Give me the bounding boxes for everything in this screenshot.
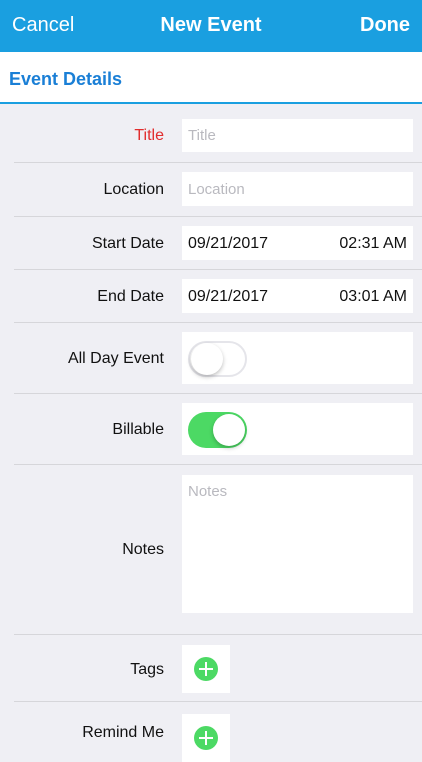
end-date-row: End Date 09/21/2017 03:01 AM — [0, 270, 422, 322]
done-button[interactable]: Done — [360, 14, 410, 37]
billable-row: Billable — [0, 394, 422, 464]
add-reminder-button[interactable] — [182, 714, 230, 762]
notes-field-container — [182, 475, 413, 613]
start-date-picker[interactable]: 09/21/2017 02:31 AM — [182, 226, 413, 260]
start-date-label: Start Date — [91, 235, 164, 252]
location-label: Location — [103, 181, 165, 198]
start-date-value: 09/21/2017 — [188, 235, 269, 252]
plus-icon — [194, 657, 218, 681]
tags-field-container — [182, 645, 230, 693]
navigation-bar: Cancel New Event Done — [0, 0, 422, 52]
billable-field-container — [182, 403, 413, 455]
billable-label: Billable — [112, 421, 164, 438]
start-time-value: 02:31 AM — [339, 235, 407, 252]
billable-toggle[interactable] — [188, 412, 247, 448]
end-date-value: 09/21/2017 — [188, 288, 269, 305]
notes-row: Notes — [0, 465, 422, 634]
end-date-label: End Date — [97, 288, 164, 305]
title-field-container — [182, 119, 413, 152]
title-input[interactable] — [182, 119, 413, 152]
cancel-button[interactable]: Cancel — [12, 14, 74, 37]
all-day-toggle[interactable] — [188, 341, 247, 377]
location-input[interactable] — [182, 172, 413, 206]
plus-icon — [194, 726, 218, 750]
section-title: Event Details — [9, 69, 123, 89]
title-row: Title — [0, 106, 422, 162]
remind-me-row: Remind Me — [0, 702, 422, 762]
title-label: Title — [134, 127, 164, 144]
toggle-knob — [191, 343, 223, 375]
tags-label: Tags — [130, 661, 164, 678]
location-row: Location — [0, 163, 422, 216]
location-field-container — [182, 172, 413, 206]
end-time-value: 03:01 AM — [339, 288, 407, 305]
add-tag-button[interactable] — [182, 645, 230, 693]
section-header: Event Details — [0, 52, 422, 104]
notes-label: Notes — [122, 541, 164, 558]
toggle-knob — [213, 414, 245, 446]
start-date-row: Start Date 09/21/2017 02:31 AM — [0, 217, 422, 269]
all-day-field-container — [182, 332, 413, 384]
tags-row: Tags — [0, 635, 422, 701]
notes-textarea[interactable] — [182, 475, 413, 613]
remind-me-field-container — [182, 714, 230, 762]
all-day-row: All Day Event — [0, 323, 422, 393]
end-date-picker[interactable]: 09/21/2017 03:01 AM — [182, 279, 413, 313]
remind-me-label: Remind Me — [82, 724, 164, 741]
all-day-label: All Day Event — [67, 350, 164, 367]
